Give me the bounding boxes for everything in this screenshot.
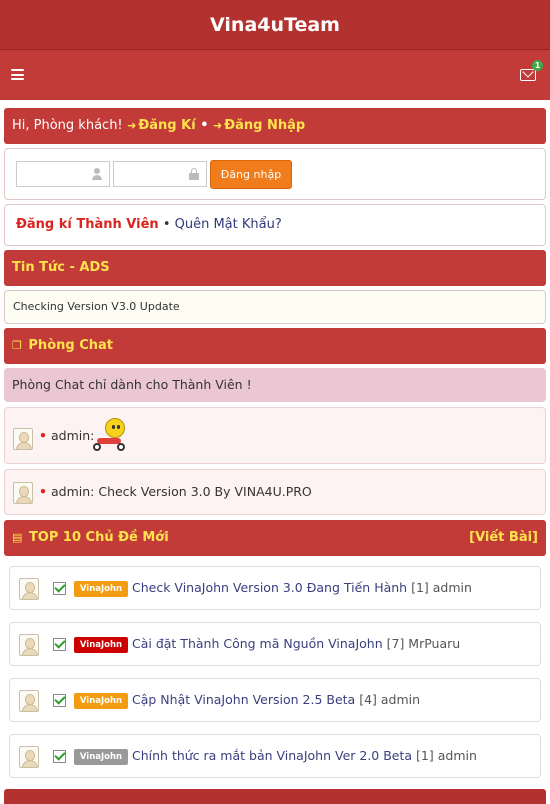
lock-icon bbox=[189, 168, 199, 180]
topic-link[interactable]: Cài đặt Thành Công mã Nguồn VinaJohn bbox=[132, 636, 383, 651]
topic-row[interactable]: VinaJohn Check VinaJohn Version 3.0 Đang… bbox=[9, 566, 541, 610]
topic-meta: [4] admin bbox=[359, 692, 421, 707]
check-icon bbox=[53, 750, 66, 763]
scooter-emoticon-icon bbox=[93, 418, 129, 452]
bullet: • bbox=[39, 484, 47, 499]
check-icon bbox=[53, 582, 66, 595]
next-section-header bbox=[4, 789, 546, 804]
topic-meta: [1] admin bbox=[411, 580, 472, 595]
password-input[interactable] bbox=[113, 161, 207, 187]
topic-row[interactable]: VinaJohn Cài đặt Thành Công mã Nguồn Vin… bbox=[9, 622, 541, 666]
chat-icon: ❐ bbox=[12, 339, 22, 352]
topic-link[interactable]: Cập Nhật VinaJohn Version 2.5 Beta bbox=[132, 692, 355, 707]
topics-title: TOP 10 Chủ Đề Mới bbox=[28, 530, 169, 545]
username-input[interactable] bbox=[16, 161, 110, 187]
write-post-link[interactable]: [Viết Bài] bbox=[469, 520, 538, 556]
login-icon: ➜ bbox=[213, 119, 223, 132]
login-button[interactable]: Đăng nhập bbox=[210, 160, 292, 189]
topic-row[interactable]: VinaJohn Chính thức ra mắt bản VinaJohn … bbox=[9, 734, 541, 778]
check-icon bbox=[53, 694, 66, 707]
separator: • bbox=[200, 118, 209, 133]
login-form: Đăng nhập bbox=[4, 148, 546, 200]
mail-icon[interactable] bbox=[520, 69, 536, 81]
news-item[interactable]: Checking Version V3.0 Update bbox=[4, 290, 546, 324]
menu-icon[interactable] bbox=[11, 69, 24, 80]
topics-header: ▤ TOP 10 Chủ Đề Mới [Viết Bài] bbox=[4, 520, 546, 556]
register-link[interactable]: ➜ Đăng Kí bbox=[127, 118, 196, 133]
news-header: Tin Tức - ADS bbox=[4, 250, 546, 286]
category-tag[interactable]: VinaJohn bbox=[74, 581, 128, 597]
chat-notice-text: Phòng Chat chỉ dành cho Thành Viên ! bbox=[12, 377, 252, 392]
topic-meta: [1] admin bbox=[416, 748, 477, 763]
avatar[interactable] bbox=[19, 690, 39, 712]
navbar bbox=[0, 50, 550, 100]
chat-message: • admin: Check Version 3.0 By VINA4U.PRO bbox=[4, 469, 546, 515]
welcome-bar: Hi, Phòng khách! ➜ Đăng Kí • ➜ Đăng Nhập bbox=[4, 108, 546, 144]
topic-meta: [7] MrPuaru bbox=[386, 636, 461, 651]
forgot-password-link[interactable]: Quên Mật Khẩu? bbox=[175, 217, 282, 232]
avatar[interactable] bbox=[13, 482, 33, 504]
avatar[interactable] bbox=[19, 746, 39, 768]
chat-header: ❐ Phòng Chat bbox=[4, 328, 546, 364]
chat-notice: Phòng Chat chỉ dành cho Thành Viên ! bbox=[4, 368, 546, 402]
news-title: Tin Tức - ADS bbox=[12, 260, 110, 275]
topic-row[interactable]: VinaJohn Cập Nhật VinaJohn Version 2.5 B… bbox=[9, 678, 541, 722]
avatar[interactable] bbox=[19, 634, 39, 656]
category-tag[interactable]: VinaJohn bbox=[74, 637, 128, 653]
bullet: • bbox=[39, 428, 47, 443]
login-link[interactable]: ➜ Đăng Nhập bbox=[213, 118, 305, 133]
news-item-text[interactable]: Checking Version V3.0 Update bbox=[13, 300, 180, 313]
app-title[interactable]: Vina4uTeam bbox=[210, 14, 340, 36]
category-tag[interactable]: VinaJohn bbox=[74, 693, 128, 709]
topic-link[interactable]: Check VinaJohn Version 3.0 Đang Tiến Hàn… bbox=[132, 580, 407, 595]
main-content: Hi, Phòng khách! ➜ Đăng Kí • ➜ Đăng Nhập Đ… bbox=[4, 108, 546, 790]
register-member-link[interactable]: Đăng kí Thành Viên bbox=[16, 217, 159, 232]
app-header: Vina4uTeam bbox=[0, 0, 550, 50]
book-icon: ▤ bbox=[12, 531, 23, 544]
chat-message: • admin: bbox=[4, 407, 546, 464]
greeting-text: Hi, Phòng khách! bbox=[12, 118, 123, 133]
topic-link[interactable]: Chính thức ra mắt bản VinaJohn Ver 2.0 B… bbox=[132, 748, 412, 763]
dot-separator: • bbox=[162, 217, 171, 232]
user-icon bbox=[92, 168, 102, 180]
avatar[interactable] bbox=[13, 428, 33, 450]
register-box: Đăng kí Thành Viên • Quên Mật Khẩu? bbox=[4, 204, 546, 246]
category-tag[interactable]: VinaJohn bbox=[74, 749, 128, 765]
check-icon bbox=[53, 638, 66, 651]
chat-message-text: admin: Check Version 3.0 By VINA4U.PRO bbox=[50, 484, 312, 499]
notification-badge: 1 bbox=[532, 60, 543, 71]
sign-in-icon: ➜ bbox=[127, 119, 137, 132]
chat-title: Phòng Chat bbox=[28, 338, 113, 353]
avatar[interactable] bbox=[19, 578, 39, 600]
chat-message-text: admin: bbox=[50, 428, 95, 443]
